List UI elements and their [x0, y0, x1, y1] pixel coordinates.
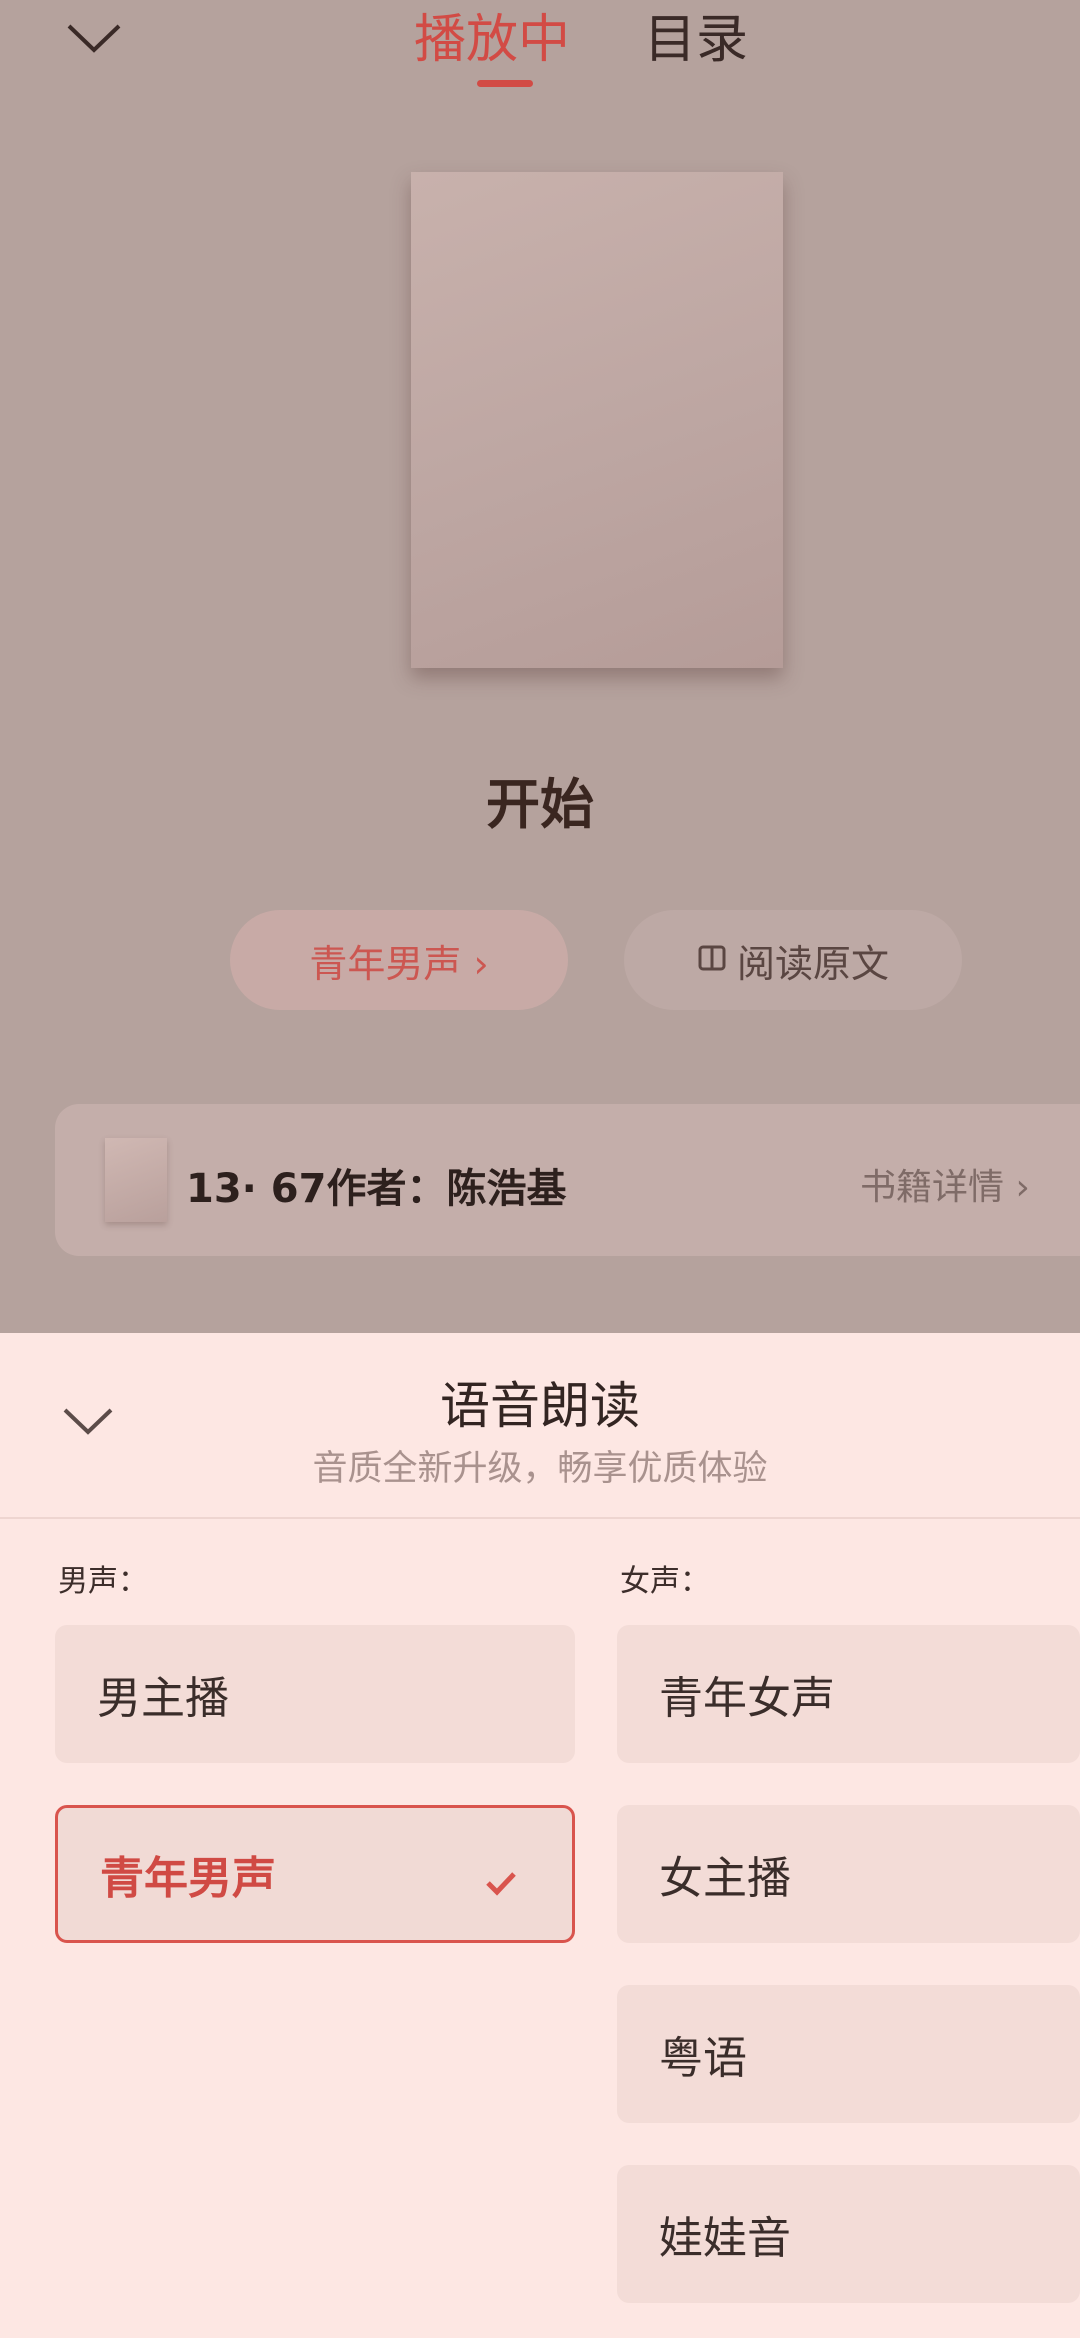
tab-now-playing[interactable]: 播放中 — [414, 14, 570, 66]
voice-select-button[interactable]: 青年男声 › — [230, 910, 568, 1010]
book-title: 13· 67作者：陈浩基 — [186, 1166, 567, 1212]
read-original-label: 阅读原文 — [736, 941, 889, 986]
voice-option-label: 粤语 — [659, 2033, 747, 2084]
tab-catalog[interactable]: 目录 — [644, 14, 748, 66]
voice-option-label: 青年男声 — [100, 1853, 276, 1904]
female-voice-label: 女声： — [620, 1564, 710, 1599]
voice-option-male-anchor[interactable]: 男主播 — [55, 1625, 575, 1763]
sheet-title: 语音朗读 — [440, 1377, 640, 1435]
voice-option-label: 女主播 — [659, 1853, 791, 1904]
voice-option-female-anchor[interactable]: 女主播 — [617, 1805, 1080, 1943]
male-voice-label: 男声： — [58, 1564, 148, 1599]
chapter-title: 开始 — [486, 773, 594, 836]
voice-option-label: 青年女声 — [659, 1673, 835, 1724]
sheet-subtitle: 音质全新升级，畅享优质体验 — [312, 1449, 768, 1489]
sheet-divider — [0, 1517, 1080, 1519]
book-thumbnail — [105, 1138, 167, 1222]
book-cover — [411, 172, 783, 668]
voice-option-child[interactable]: 娃娃音 — [617, 2165, 1080, 2303]
voice-option-young-male[interactable]: 青年男声 — [55, 1805, 575, 1943]
book-open-icon — [697, 938, 727, 982]
voice-option-label: 娃娃音 — [659, 2213, 791, 2264]
voice-option-label: 男主播 — [97, 1673, 229, 1724]
checkmark-icon — [484, 1858, 518, 1909]
book-detail-link[interactable]: 书籍详情 › — [860, 1158, 1030, 1210]
read-original-button[interactable]: 阅读原文 — [624, 910, 962, 1010]
tab-active-indicator — [477, 80, 533, 87]
voice-option-young-female[interactable]: 青年女声 — [617, 1625, 1080, 1763]
voice-select-label: 青年男声 › — [309, 941, 489, 986]
collapse-chevron-icon[interactable] — [66, 22, 122, 54]
voice-option-cantonese[interactable]: 粤语 — [617, 1985, 1080, 2123]
